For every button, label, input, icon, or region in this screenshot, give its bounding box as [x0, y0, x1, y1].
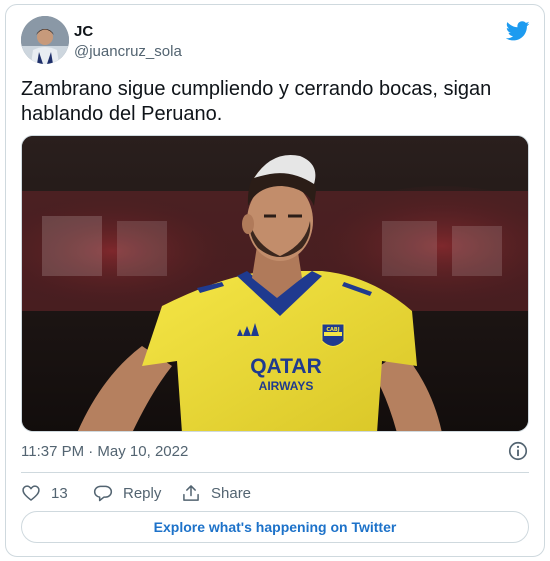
- reply-label: Reply: [123, 484, 162, 502]
- tweet-timestamp[interactable]: 11:37 PM · May 10, 2022: [21, 443, 188, 460]
- author-name[interactable]: JC: [74, 23, 93, 40]
- divider: [21, 472, 529, 473]
- avatar-image: [21, 16, 69, 64]
- reply-icon: [93, 485, 113, 502]
- reply-button[interactable]: Reply: [93, 481, 181, 505]
- explore-twitter-button[interactable]: Explore what's happening on Twitter: [21, 511, 529, 543]
- tweet-card: JC @juancruz_sola Zambrano sigue cumplie…: [5, 4, 545, 557]
- share-icon: [183, 485, 199, 501]
- like-count: 13: [51, 484, 68, 502]
- share-label: Share: [211, 484, 252, 502]
- avatar[interactable]: [21, 16, 69, 64]
- heart-icon: [22, 485, 40, 501]
- tweet-text: Zambrano sigue cumpliendo y cerrando boc…: [21, 78, 492, 125]
- player-photo: CABJ QATAR AIRWAYS: [22, 136, 528, 431]
- share-button[interactable]: Share: [181, 481, 271, 505]
- crest-text: CABJ: [326, 327, 339, 333]
- author-handle[interactable]: @juancruz_sola: [74, 43, 182, 60]
- info-icon[interactable]: [507, 440, 529, 462]
- tweet-photo[interactable]: CABJ QATAR AIRWAYS: [21, 135, 529, 432]
- tweet-actions: 13 Reply Share: [21, 481, 271, 505]
- twitter-bird-icon[interactable]: [506, 19, 530, 43]
- sponsor-text-line2: AIRWAYS: [259, 379, 314, 393]
- sponsor-text-line1: QATAR: [250, 355, 322, 378]
- like-button[interactable]: 13: [21, 481, 93, 505]
